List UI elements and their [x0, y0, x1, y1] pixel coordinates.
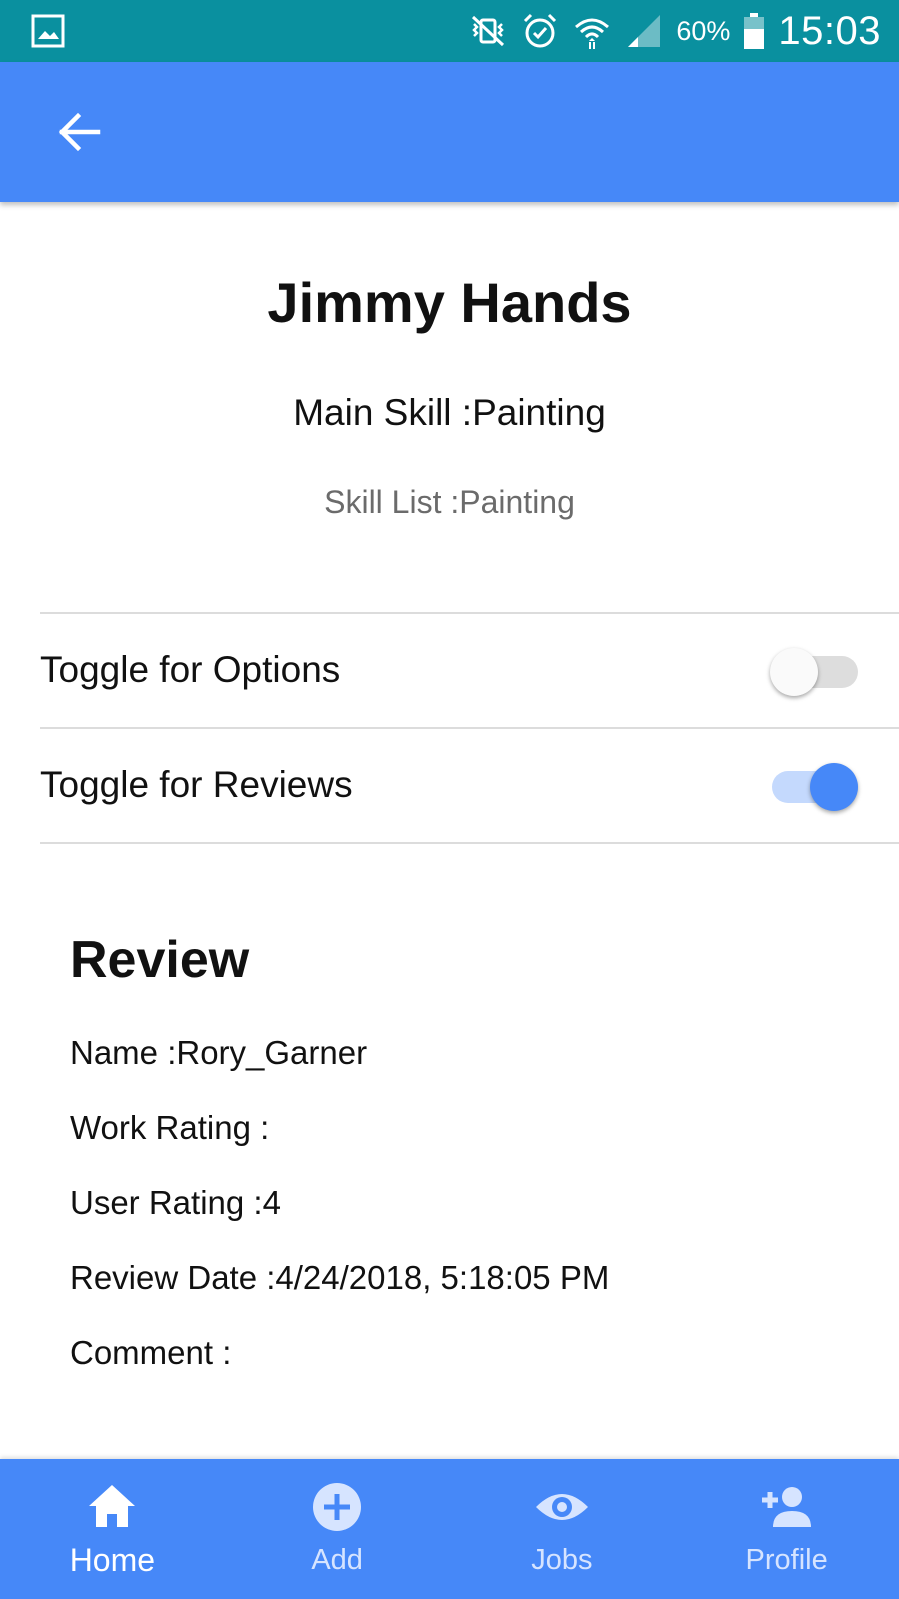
review-work-rating: Work Rating :	[70, 1109, 270, 1146]
nav-profile[interactable]: Profile	[674, 1459, 899, 1599]
gallery-icon	[31, 14, 65, 48]
review-comment: Comment :	[70, 1334, 232, 1371]
toggle-reviews-label: Toggle for Reviews	[40, 764, 353, 805]
nav-add-label: Add	[311, 1544, 363, 1576]
nav-jobs[interactable]: Jobs	[450, 1459, 675, 1599]
toggle-options-switch[interactable]	[770, 647, 860, 697]
toggle-knob	[810, 763, 858, 811]
review-date: Review Date :4/24/2018, 5:18:05 PM	[70, 1259, 610, 1296]
battery-icon	[744, 13, 765, 49]
vibrate-mute-icon	[472, 15, 505, 47]
divider	[40, 612, 899, 614]
nav-add[interactable]: Add	[225, 1459, 450, 1599]
toggle-options-label: Toggle for Options	[40, 649, 341, 690]
review-user-rating: User Rating :4	[70, 1184, 281, 1221]
nav-home-label: Home	[69, 1542, 156, 1578]
arrow-left-icon[interactable]	[56, 109, 102, 155]
toggle-knob	[770, 648, 818, 696]
review-heading: Review	[70, 931, 250, 989]
divider	[40, 842, 899, 844]
signal-icon	[628, 15, 661, 47]
home-icon	[89, 1485, 136, 1527]
add-circle-icon	[313, 1483, 362, 1531]
eye-icon	[535, 1494, 588, 1520]
battery-percent: 60%	[676, 15, 731, 46]
person-add-icon	[761, 1487, 811, 1527]
toggle-reviews-switch[interactable]	[770, 762, 860, 812]
wifi-icon	[575, 18, 610, 49]
worker-name: Jimmy Hands	[267, 271, 632, 334]
divider	[40, 727, 899, 729]
alarm-icon	[524, 13, 557, 48]
nav-jobs-label: Jobs	[531, 1544, 593, 1576]
bottom-nav: Home Add Jobs Profile	[0, 1459, 899, 1599]
status-bar: 60% 15:03	[0, 0, 899, 62]
main-skill: Main Skill :Painting	[293, 392, 606, 433]
app-bar	[0, 62, 899, 202]
skill-list: Skill List :Painting	[324, 484, 575, 520]
status-clock: 15:03	[778, 8, 881, 53]
nav-home[interactable]: Home	[0, 1459, 225, 1599]
review-name: Name :Rory_Garner	[70, 1034, 368, 1071]
nav-profile-label: Profile	[745, 1544, 828, 1576]
